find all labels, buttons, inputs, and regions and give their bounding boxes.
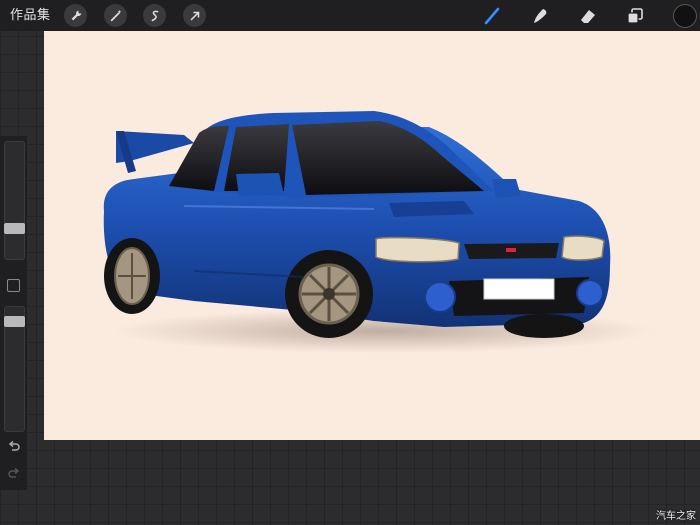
color-picker-button[interactable] (673, 4, 697, 28)
brush-size-slider[interactable] (4, 141, 25, 260)
undo-icon (8, 440, 20, 451)
redo-button[interactable] (6, 466, 21, 481)
smudge-icon (534, 9, 547, 23)
adjustments-button[interactable] (104, 4, 127, 27)
redo-icon (7, 467, 19, 478)
selection-icon (151, 10, 158, 21)
gallery-button[interactable]: 作品集 (10, 6, 51, 26)
top-toolbar: 作品集 (0, 0, 700, 31)
drawing-canvas[interactable] (44, 31, 700, 440)
opacity-slider-thumb[interactable] (4, 316, 25, 327)
eraser-tool-button[interactable] (576, 4, 600, 28)
layers-button[interactable] (623, 4, 647, 28)
transform-button[interactable] (183, 4, 206, 27)
transform-arrow-icon (190, 11, 199, 20)
car-illustration (103, 111, 654, 353)
modify-button[interactable] (7, 279, 20, 292)
layers-icon (627, 8, 643, 24)
smudge-tool-button[interactable] (528, 4, 552, 28)
left-sidebar (0, 136, 27, 490)
brush-tool-button[interactable] (480, 4, 504, 28)
brush-icon (484, 7, 500, 25)
eraser-icon (581, 10, 595, 23)
actions-button[interactable] (64, 4, 87, 27)
magic-wand-icon (110, 9, 121, 21)
wrench-icon (71, 10, 81, 20)
opacity-slider[interactable] (4, 306, 25, 432)
undo-button[interactable] (6, 439, 21, 454)
brush-size-slider-thumb[interactable] (4, 223, 25, 234)
selection-button[interactable] (143, 4, 166, 27)
watermark-text: 汽车之家 (656, 511, 696, 522)
